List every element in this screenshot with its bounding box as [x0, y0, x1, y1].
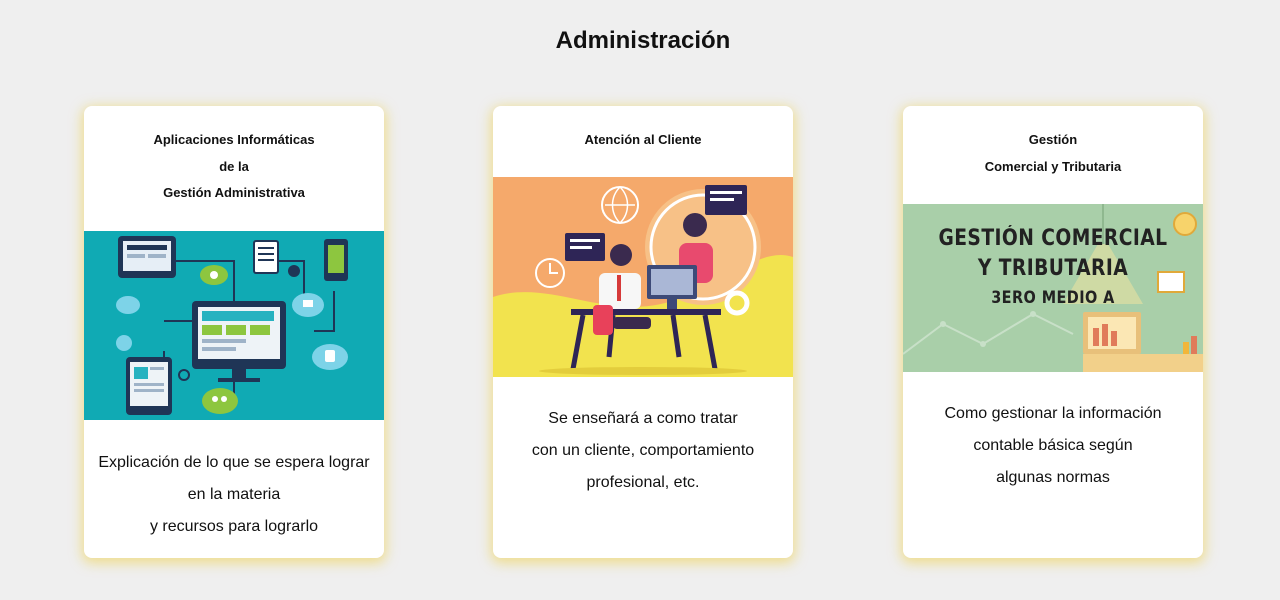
connected-devices-illustration: [84, 231, 384, 420]
commercial-management-banner: GESTIÓN COMERCIAL Y TRIBUTARIA 3ERO MEDI…: [903, 204, 1203, 372]
customer-service-illustration: [493, 177, 793, 377]
course-card-aplicaciones[interactable]: Aplicaciones Informáticas de la Gestión …: [84, 106, 384, 558]
banner-title-line: GESTIÓN COMERCIAL: [938, 226, 1168, 251]
card-description: Explicación de lo que se espera lograr e…: [98, 454, 370, 535]
card-title: Aplicaciones Informáticas de la Gestión …: [153, 132, 315, 200]
banner-title-line: Y TRIBUTARIA: [977, 256, 1129, 281]
card-description: Como gestionar la información contable b…: [944, 405, 1162, 486]
course-card-atencion[interactable]: Atención al Cliente Se enseñará a como t…: [493, 106, 793, 558]
banner-subtitle: 3ERO MEDIO A: [991, 288, 1115, 308]
card-title: Gestión Comercial y Tributaria: [984, 132, 1122, 174]
card-description: Se enseñará a como tratar con un cliente…: [531, 410, 755, 491]
course-card-gestion[interactable]: Gestión Comercial y Tributaria GESTIÓN C…: [903, 106, 1203, 558]
page-title: Administración: [555, 27, 731, 54]
card-title: Atención al Cliente: [584, 132, 702, 147]
